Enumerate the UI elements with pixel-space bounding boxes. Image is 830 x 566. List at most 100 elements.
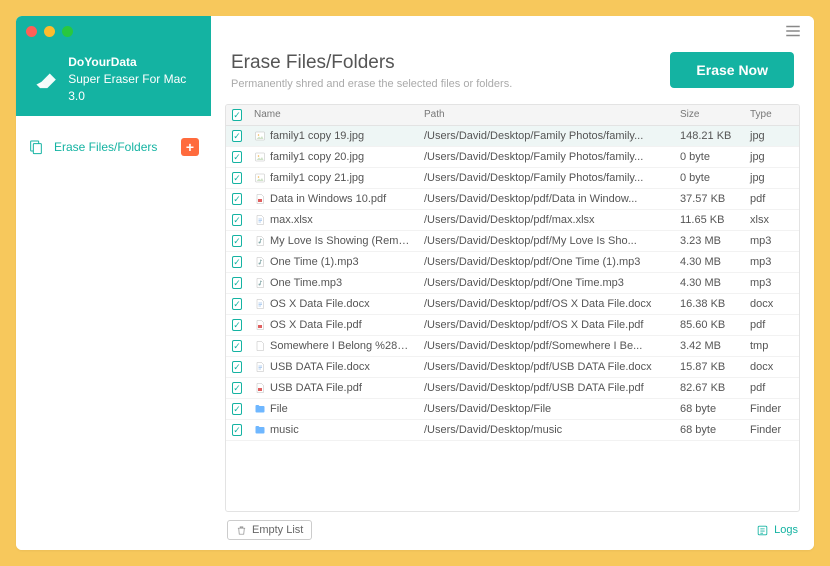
table-row[interactable]: Data in Windows 10.pdf/Users/David/Deskt…	[226, 189, 799, 210]
row-name: Somewhere I Belong %28Al...	[248, 340, 418, 352]
row-size: 16.38 KB	[674, 298, 744, 310]
eraser-logo-icon	[34, 66, 58, 92]
row-name: OS X Data File.docx	[248, 298, 418, 310]
row-type: pdf	[744, 193, 799, 205]
row-checkbox[interactable]	[232, 319, 242, 331]
row-checkbox[interactable]	[232, 298, 242, 310]
row-checkbox[interactable]	[232, 172, 242, 184]
row-checkbox[interactable]	[232, 214, 242, 226]
empty-list-label: Empty List	[252, 524, 303, 536]
trash-icon	[236, 525, 247, 536]
column-path[interactable]: Path	[418, 105, 674, 125]
row-path: /Users/David/Desktop/Family Photos/famil…	[418, 130, 674, 142]
row-checkbox[interactable]	[232, 403, 242, 415]
table-row[interactable]: music/Users/David/Desktop/music68 byteFi…	[226, 420, 799, 441]
row-type: docx	[744, 361, 799, 373]
footer: Empty List Logs	[211, 512, 814, 550]
row-path: /Users/David/Desktop/pdf/One Time.mp3	[418, 277, 674, 289]
row-type: jpg	[744, 172, 799, 184]
brand-title: DoYourData	[68, 54, 197, 71]
table-row[interactable]: family1 copy 21.jpg/Users/David/Desktop/…	[226, 168, 799, 189]
table-row[interactable]: Somewhere I Belong %28Al.../Users/David/…	[226, 336, 799, 357]
logs-button[interactable]: Logs	[756, 524, 798, 537]
row-checkbox-cell	[226, 319, 248, 331]
sidebar: DoYourData Super Eraser For Mac 3.0 Eras…	[16, 16, 211, 550]
table-row[interactable]: My Love Is Showing (Remas.../Users/David…	[226, 231, 799, 252]
row-checkbox[interactable]	[232, 424, 242, 436]
column-checkbox[interactable]	[226, 105, 248, 125]
file-name-text: OS X Data File.docx	[270, 298, 370, 310]
row-size: 4.30 MB	[674, 277, 744, 289]
file-type-icon	[254, 277, 266, 289]
row-size: 37.57 KB	[674, 193, 744, 205]
table-row[interactable]: File/Users/David/Desktop/File68 byteFind…	[226, 399, 799, 420]
row-checkbox[interactable]	[232, 382, 242, 394]
table-row[interactable]: max.xlsx/Users/David/Desktop/pdf/max.xls…	[226, 210, 799, 231]
maximize-window-button[interactable]	[62, 26, 73, 37]
row-path: /Users/David/Desktop/Family Photos/famil…	[418, 151, 674, 163]
row-name: family1 copy 21.jpg	[248, 172, 418, 184]
row-checkbox[interactable]	[232, 151, 242, 163]
row-checkbox-cell	[226, 151, 248, 163]
row-name: USB DATA File.docx	[248, 361, 418, 373]
window-controls	[26, 26, 73, 37]
add-files-button[interactable]: +	[181, 138, 199, 156]
row-checkbox[interactable]	[232, 340, 242, 352]
column-type[interactable]: Type	[744, 105, 799, 125]
row-name: One Time (1).mp3	[248, 256, 418, 268]
minimize-window-button[interactable]	[44, 26, 55, 37]
row-size: 4.30 MB	[674, 256, 744, 268]
row-name: music	[248, 424, 418, 436]
menu-icon[interactable]	[784, 22, 802, 40]
row-checkbox[interactable]	[232, 277, 242, 289]
row-path: /Users/David/Desktop/pdf/One Time (1).mp…	[418, 256, 674, 268]
table-row[interactable]: family1 copy 19.jpg/Users/David/Desktop/…	[226, 126, 799, 147]
row-size: 0 byte	[674, 151, 744, 163]
table-row[interactable]: OS X Data File.pdf/Users/David/Desktop/p…	[226, 315, 799, 336]
row-checkbox[interactable]	[232, 361, 242, 373]
row-name: My Love Is Showing (Remas...	[248, 235, 418, 247]
close-window-button[interactable]	[26, 26, 37, 37]
row-size: 82.67 KB	[674, 382, 744, 394]
file-type-icon	[254, 151, 266, 163]
table-row[interactable]: One Time.mp3/Users/David/Desktop/pdf/One…	[226, 273, 799, 294]
file-name-text: family1 copy 21.jpg	[270, 172, 364, 184]
select-all-checkbox[interactable]	[232, 109, 242, 121]
row-path: /Users/David/Desktop/pdf/OS X Data File.…	[418, 319, 674, 331]
row-checkbox[interactable]	[232, 256, 242, 268]
row-name: max.xlsx	[248, 214, 418, 226]
row-type: mp3	[744, 256, 799, 268]
main-panel: Erase Files/Folders Permanently shred an…	[211, 16, 814, 550]
table-row[interactable]: OS X Data File.docx/Users/David/Desktop/…	[226, 294, 799, 315]
row-checkbox[interactable]	[232, 235, 242, 247]
row-name: USB DATA File.pdf	[248, 382, 418, 394]
row-checkbox-cell	[226, 235, 248, 247]
row-size: 0 byte	[674, 172, 744, 184]
file-type-icon	[254, 319, 266, 331]
column-name[interactable]: Name	[248, 105, 418, 125]
column-size[interactable]: Size	[674, 105, 744, 125]
table-row[interactable]: family1 copy 20.jpg/Users/David/Desktop/…	[226, 147, 799, 168]
file-name-text: One Time (1).mp3	[270, 256, 359, 268]
table-row[interactable]: USB DATA File.docx/Users/David/Desktop/p…	[226, 357, 799, 378]
empty-list-button[interactable]: Empty List	[227, 520, 312, 540]
file-type-icon	[254, 298, 266, 310]
table-row[interactable]: One Time (1).mp3/Users/David/Desktop/pdf…	[226, 252, 799, 273]
row-type: pdf	[744, 382, 799, 394]
row-size: 3.42 MB	[674, 340, 744, 352]
row-name: family1 copy 19.jpg	[248, 130, 418, 142]
row-checkbox[interactable]	[232, 130, 242, 142]
row-type: mp3	[744, 235, 799, 247]
row-name: Data in Windows 10.pdf	[248, 193, 418, 205]
sidebar-item-erase-files[interactable]: Erase Files/Folders +	[16, 130, 211, 164]
row-checkbox-cell	[226, 403, 248, 415]
row-path: /Users/David/Desktop/pdf/My Love Is Sho.…	[418, 235, 674, 247]
file-name-text: OS X Data File.pdf	[270, 319, 362, 331]
table-row[interactable]: USB DATA File.pdf/Users/David/Desktop/pd…	[226, 378, 799, 399]
file-name-text: File	[270, 403, 288, 415]
file-name-text: My Love Is Showing (Remas...	[270, 235, 418, 247]
row-path: /Users/David/Desktop/pdf/USB DATA File.p…	[418, 382, 674, 394]
row-checkbox[interactable]	[232, 193, 242, 205]
erase-now-button[interactable]: Erase Now	[670, 52, 794, 88]
row-type: Finder	[744, 403, 799, 415]
